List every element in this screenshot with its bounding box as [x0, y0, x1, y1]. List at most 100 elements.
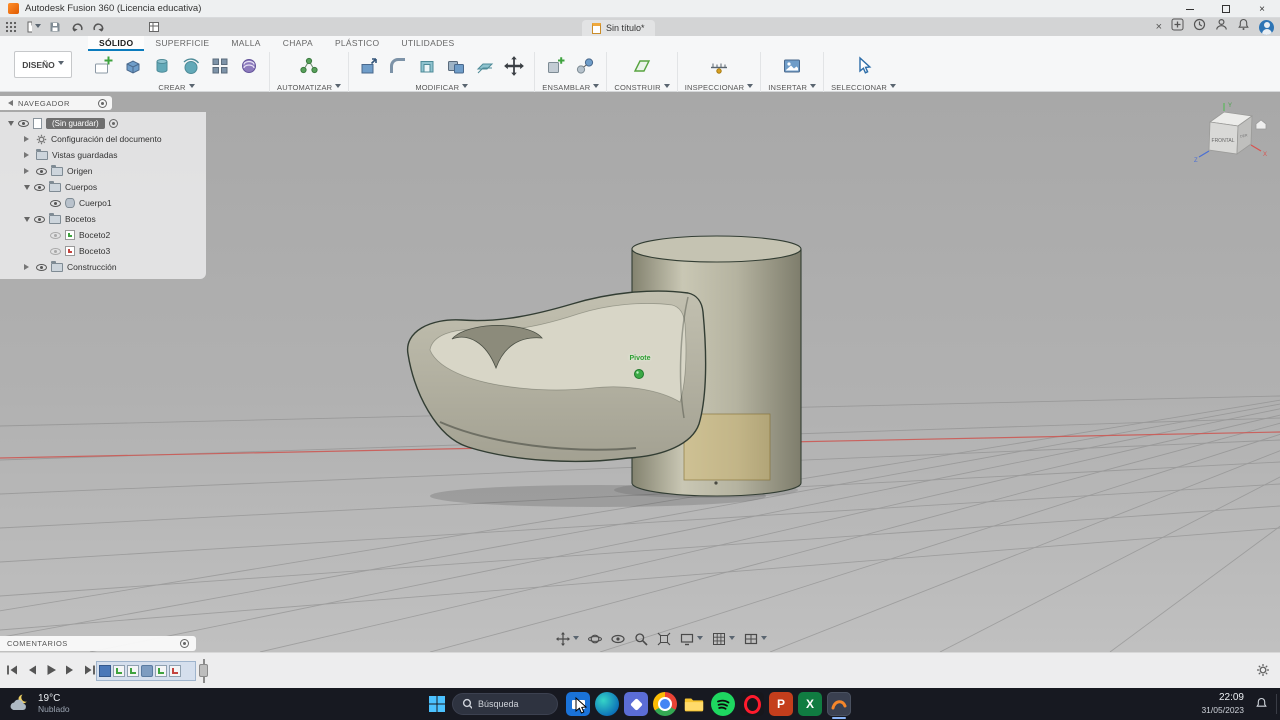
hook-body[interactable] [406, 290, 707, 463]
activate-document-icon[interactable] [108, 118, 118, 128]
taskbar-app-chrome[interactable] [653, 692, 677, 716]
fillet-icon[interactable] [385, 53, 411, 79]
collapse-panel-icon[interactable] [5, 100, 13, 106]
tab-solido[interactable]: SÓLIDO [88, 36, 145, 51]
revolve-icon[interactable] [149, 53, 175, 79]
automate-icon[interactable] [296, 53, 322, 79]
extrude-icon[interactable] [120, 53, 146, 79]
tab-utilidades[interactable]: UTILIDADES [390, 36, 465, 51]
timeline-feature-sketch[interactable] [169, 665, 181, 677]
design-mode-dropdown[interactable]: DISEÑO [14, 51, 72, 78]
step-back-icon[interactable] [26, 663, 38, 682]
press-pull-icon[interactable] [356, 53, 382, 79]
expander-icon[interactable] [8, 120, 14, 129]
timeline-feature-base[interactable] [99, 665, 111, 677]
taskbar-app-spotify[interactable] [711, 692, 735, 716]
expander-icon[interactable] [24, 136, 32, 142]
create-sketch-icon[interactable] [91, 53, 117, 79]
visibility-eye-icon[interactable] [34, 183, 45, 191]
taskbar-app-fusion-360[interactable] [827, 692, 851, 719]
visibility-eye-icon[interactable] [36, 263, 47, 271]
inspeccionar-menu[interactable]: INSPECCIONAR [685, 83, 754, 92]
start-button[interactable] [428, 695, 446, 718]
pivot-marker[interactable] [634, 369, 644, 379]
shell-icon[interactable] [414, 53, 440, 79]
tree-item-origin[interactable]: Origen [0, 163, 206, 179]
new-component-icon[interactable] [543, 53, 569, 79]
look-at-icon[interactable] [611, 630, 625, 648]
tab-chapa[interactable]: CHAPA [272, 36, 324, 51]
tree-item-sketch3[interactable]: Boceto3 [0, 243, 206, 259]
profile-icon[interactable] [1215, 18, 1228, 36]
timeline-feature-sketch[interactable] [155, 665, 167, 677]
timeline-feature-sketch[interactable] [113, 665, 125, 677]
taskbar-app-photos[interactable] [624, 692, 648, 716]
close-tab-icon[interactable]: × [1156, 21, 1162, 33]
display-settings-icon[interactable] [680, 630, 703, 648]
close-button[interactable]: × [1244, 0, 1280, 18]
tab-plastico[interactable]: PLÁSTICO [324, 36, 390, 51]
search-input[interactable] [478, 699, 548, 709]
tree-item-bodies[interactable]: Cuerpos [0, 179, 206, 195]
visibility-eye-icon[interactable] [50, 199, 61, 207]
timeline-feature-sketch[interactable] [127, 665, 139, 677]
visibility-eye-icon[interactable] [18, 119, 29, 127]
navigator-header[interactable]: NAVEGADOR [0, 96, 112, 110]
taskbar-app-edge[interactable] [595, 692, 619, 716]
visibility-eye-icon[interactable] [34, 215, 45, 223]
taskbar-search[interactable] [452, 693, 558, 715]
tree-item-construction[interactable]: Construcción [0, 259, 206, 275]
construir-menu[interactable]: CONSTRUIR [614, 83, 670, 92]
coil-icon[interactable] [236, 53, 262, 79]
tree-item-doc-settings[interactable]: Configuración del documento [0, 131, 206, 147]
pattern-icon[interactable] [207, 53, 233, 79]
crear-menu[interactable]: CREAR [158, 83, 195, 92]
taskbar-app-file-explorer[interactable] [682, 692, 706, 716]
expander-icon[interactable] [24, 216, 30, 225]
panel-options-icon[interactable] [98, 98, 107, 108]
visibility-eye-icon[interactable] [50, 247, 61, 255]
data-panel-icon[interactable] [146, 20, 162, 34]
user-avatar[interactable] [1259, 19, 1274, 35]
combine-icon[interactable] [443, 53, 469, 79]
select-cursor-icon[interactable] [851, 53, 877, 79]
show-desktop-button[interactable] [1276, 694, 1277, 714]
comments-panel[interactable]: COMENTARIOS [0, 636, 196, 651]
weather-widget[interactable]: 19°C Nublado [8, 692, 70, 716]
timeline-settings-gear-icon[interactable] [1256, 663, 1270, 682]
history-icon[interactable] [1193, 18, 1206, 36]
save-icon[interactable] [47, 20, 63, 34]
go-to-start-icon[interactable] [5, 663, 19, 682]
maximize-button[interactable] [1208, 0, 1244, 18]
taskbar-app-opera[interactable] [740, 692, 764, 716]
move-icon[interactable] [501, 53, 527, 79]
visibility-eye-icon[interactable] [36, 167, 47, 175]
ensamblar-menu[interactable]: ENSAMBLAR [542, 83, 600, 92]
notification-center-icon[interactable] [1255, 697, 1268, 715]
pan-icon[interactable] [556, 630, 579, 648]
go-to-end-icon[interactable] [83, 663, 97, 682]
expander-icon[interactable] [24, 264, 32, 270]
insert-image-icon[interactable] [779, 53, 805, 79]
offset-face-icon[interactable] [472, 53, 498, 79]
measure-icon[interactable] [706, 53, 732, 79]
viewports-icon[interactable] [744, 630, 767, 648]
apps-grid-icon[interactable] [3, 20, 19, 34]
play-icon[interactable] [45, 663, 57, 682]
modificar-menu[interactable]: MODIFICAR [415, 83, 469, 92]
tab-superficie[interactable]: SUPERFICIE [144, 36, 220, 51]
seleccionar-menu[interactable]: SELECCIONAR [831, 83, 897, 92]
expander-icon[interactable] [24, 152, 32, 158]
automatizar-menu[interactable]: AUTOMATIZAR [277, 83, 342, 92]
timeline-position-marker[interactable] [199, 659, 208, 683]
grid-settings-icon[interactable] [712, 630, 735, 648]
insertar-menu[interactable]: INSERTAR [768, 83, 817, 92]
tree-root-document[interactable]: (Sin guardar) [0, 115, 206, 131]
comments-options-icon[interactable] [180, 639, 189, 648]
fit-icon[interactable] [657, 630, 671, 648]
minimize-button[interactable] [1172, 0, 1208, 18]
zoom-icon[interactable] [634, 630, 648, 648]
taskbar-app-powerpoint[interactable] [769, 692, 793, 716]
taskbar-app-excel[interactable] [798, 692, 822, 716]
add-tab-icon[interactable] [1171, 18, 1184, 36]
